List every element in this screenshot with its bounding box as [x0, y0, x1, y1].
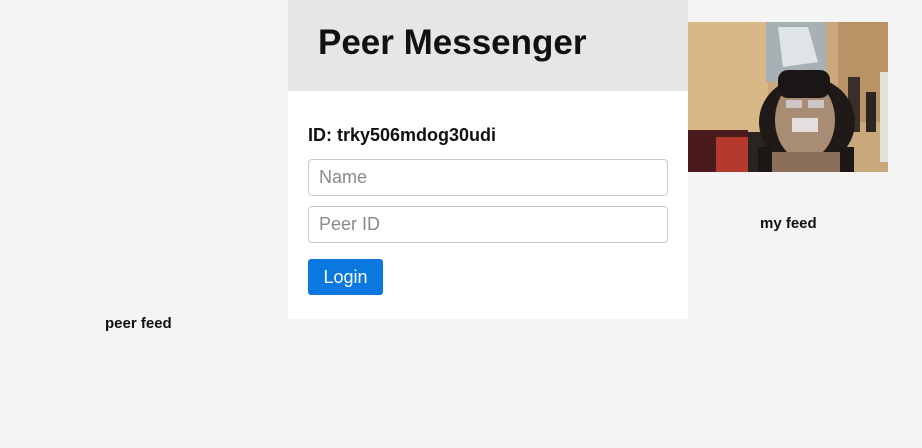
webcam-frame-image	[688, 22, 888, 172]
app-title: Peer Messenger	[318, 23, 587, 62]
own-peer-id: ID: trky506mdog30udi	[308, 125, 497, 145]
my-feed-video	[688, 22, 888, 172]
login-form: ID: trky506mdog30udi Login	[288, 91, 688, 295]
peer-id-input[interactable]	[308, 206, 668, 243]
my-feed-label: my feed	[760, 215, 817, 232]
login-button[interactable]: Login	[308, 259, 383, 295]
panel-header: Peer Messenger	[288, 0, 688, 91]
name-input[interactable]	[308, 159, 668, 196]
page: Peer Messenger ID: trky506mdog30udi Logi…	[0, 0, 922, 448]
peer-feed-label: peer feed	[105, 315, 172, 332]
login-panel: Peer Messenger ID: trky506mdog30udi Logi…	[288, 0, 688, 319]
